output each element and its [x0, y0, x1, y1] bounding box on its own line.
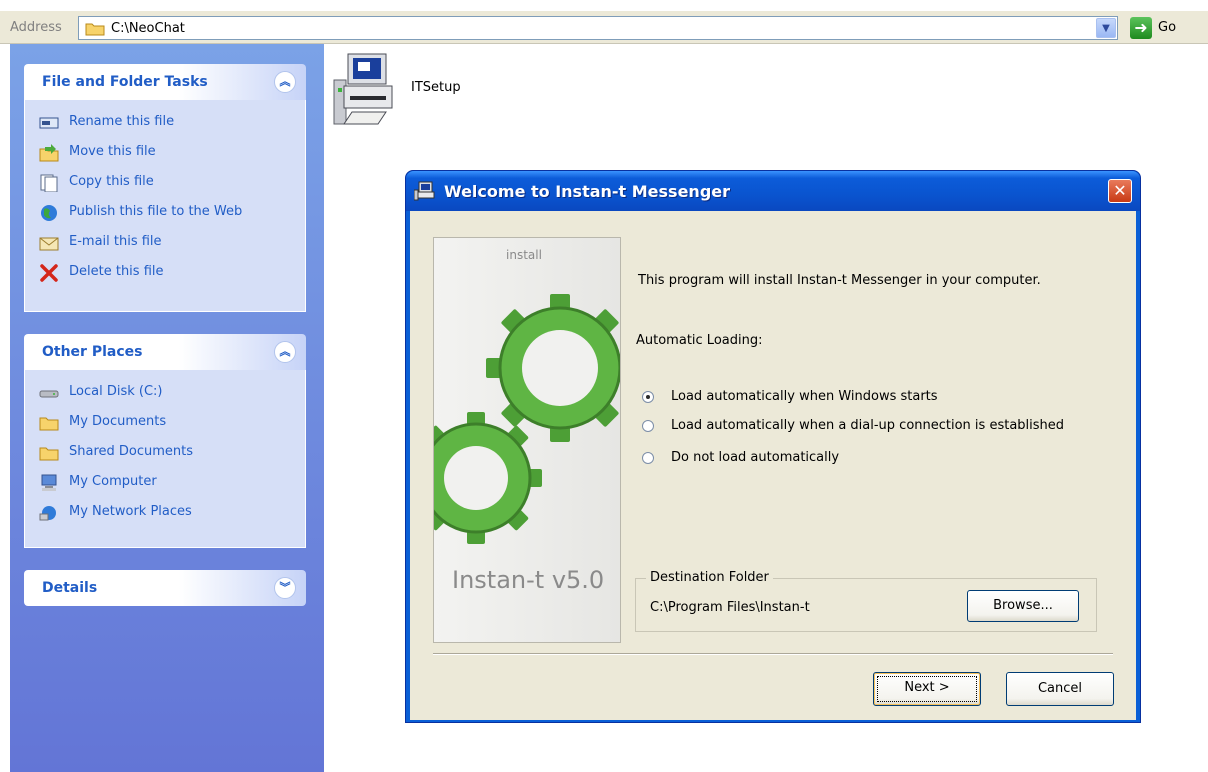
- folder-icon: [85, 23, 105, 36]
- setup-file-label[interactable]: ITSetup: [411, 80, 461, 95]
- radio-unchecked-icon[interactable]: [642, 452, 654, 464]
- expand-icon[interactable]: ︾: [274, 577, 296, 599]
- disk-icon: [39, 390, 59, 398]
- separator: [433, 653, 1113, 655]
- file-tasks-header[interactable]: File and Folder Tasks ︽: [24, 64, 306, 100]
- folder-icon: [39, 417, 59, 431]
- autoload-label: Automatic Loading:: [636, 333, 763, 348]
- globe-icon: [41, 205, 57, 221]
- place-label: My Documents: [69, 414, 167, 429]
- installer-banner: install Instan-t v5.0: [433, 237, 621, 643]
- details-panel: Details ︾: [24, 570, 306, 606]
- place-label: Local Disk (C:): [69, 384, 163, 399]
- intro-text: This program will install Instan-t Messe…: [638, 273, 1041, 288]
- place-local-disk[interactable]: Local Disk (C:): [25, 378, 305, 408]
- place-my-computer[interactable]: My Computer: [25, 468, 305, 498]
- radio-label: Do not load automatically: [671, 450, 840, 465]
- details-header[interactable]: Details ︾: [24, 570, 306, 606]
- task-email[interactable]: E-mail this file: [25, 228, 305, 258]
- task-rename[interactable]: Rename this file: [25, 108, 305, 138]
- place-shared-documents[interactable]: Shared Documents: [25, 438, 305, 468]
- banner-version: Instan-t v5.0: [452, 566, 605, 594]
- dialog-body: install Instan-t v5.0 This program will …: [410, 211, 1136, 720]
- dialog-titlebar[interactable]: Welcome to Instan-t Messenger ✕: [406, 171, 1140, 211]
- task-publish[interactable]: Publish this file to the Web: [25, 198, 305, 228]
- task-label: Rename this file: [69, 114, 175, 129]
- copy-icon: [40, 174, 58, 192]
- next-button[interactable]: Next >: [873, 672, 981, 706]
- go-arrow-icon: ➜: [1130, 17, 1152, 39]
- task-pane: File and Folder Tasks ︽ Rename this file…: [10, 44, 324, 772]
- destination-folder-group: Destination Folder C:\Program Files\Inst…: [635, 570, 1097, 632]
- other-places-list: Local Disk (C:) My Documents Shared Docu…: [24, 370, 306, 548]
- file-tasks-title: File and Folder Tasks: [42, 74, 208, 90]
- radio-unchecked-icon[interactable]: [642, 420, 654, 432]
- cancel-button[interactable]: Cancel: [1006, 672, 1114, 706]
- task-label: Delete this file: [69, 264, 164, 279]
- address-label: Address: [10, 20, 62, 35]
- task-copy[interactable]: Copy this file: [25, 168, 305, 198]
- radio-checked-icon[interactable]: [642, 391, 654, 403]
- address-input[interactable]: C:\NeoChat ▼: [78, 16, 1118, 40]
- place-label: My Network Places: [69, 504, 192, 519]
- task-delete[interactable]: Delete this file: [25, 258, 305, 288]
- other-places-panel: Other Places ︽ Local Disk (C:) My Docume…: [24, 334, 306, 548]
- collapse-icon[interactable]: ︽: [274, 341, 296, 363]
- computer-icon: [41, 474, 57, 491]
- place-label: Shared Documents: [69, 444, 194, 459]
- address-bar: Address C:\NeoChat ▼ ➜ Go: [0, 10, 1208, 44]
- address-value: C:\NeoChat: [111, 21, 185, 36]
- go-label: Go: [1158, 20, 1177, 35]
- network-icon: [39, 506, 56, 521]
- radio-load-on-dialup[interactable]: Load automatically when a dial-up connec…: [642, 416, 1112, 436]
- details-title: Details: [42, 580, 98, 596]
- setup-app-icon: [414, 181, 435, 201]
- folder-icon: [39, 447, 59, 461]
- task-label: Publish this file to the Web: [69, 204, 243, 219]
- destination-path: C:\Program Files\Instan-t: [650, 600, 810, 615]
- collapse-icon[interactable]: ︽: [274, 71, 296, 93]
- destination-legend: Destination Folder: [646, 570, 773, 585]
- other-places-title: Other Places: [42, 344, 143, 360]
- place-my-documents[interactable]: My Documents: [25, 408, 305, 438]
- setup-file-icon[interactable]: [332, 50, 404, 128]
- email-icon: [39, 237, 59, 251]
- close-icon[interactable]: ✕: [1108, 179, 1132, 203]
- delete-icon: [40, 264, 58, 282]
- task-label: Copy this file: [69, 174, 154, 189]
- radio-label: Load automatically when a dial-up connec…: [671, 418, 1065, 433]
- chevron-down-icon[interactable]: ▼: [1096, 18, 1116, 38]
- radio-label: Load automatically when Windows starts: [671, 389, 938, 404]
- task-move[interactable]: Move this file: [25, 138, 305, 168]
- place-label: My Computer: [69, 474, 157, 489]
- other-places-header[interactable]: Other Places ︽: [24, 334, 306, 370]
- radio-load-on-windows-start[interactable]: Load automatically when Windows starts: [642, 387, 1112, 407]
- task-label: Move this file: [69, 144, 156, 159]
- dialog-title: Welcome to Instan-t Messenger: [444, 182, 731, 201]
- go-button[interactable]: ➜ Go: [1128, 16, 1192, 40]
- rename-icon: [39, 117, 59, 129]
- place-network[interactable]: My Network Places: [25, 498, 305, 528]
- browse-button[interactable]: Browse...: [967, 590, 1079, 622]
- task-label: E-mail this file: [69, 234, 162, 249]
- move-icon: [39, 144, 59, 162]
- file-tasks-list: Rename this file Move this file Copy thi…: [24, 100, 306, 312]
- installer-dialog: Welcome to Instan-t Messenger ✕ install: [405, 170, 1141, 723]
- file-tasks-panel: File and Folder Tasks ︽ Rename this file…: [24, 64, 306, 312]
- radio-do-not-load[interactable]: Do not load automatically: [642, 448, 1112, 468]
